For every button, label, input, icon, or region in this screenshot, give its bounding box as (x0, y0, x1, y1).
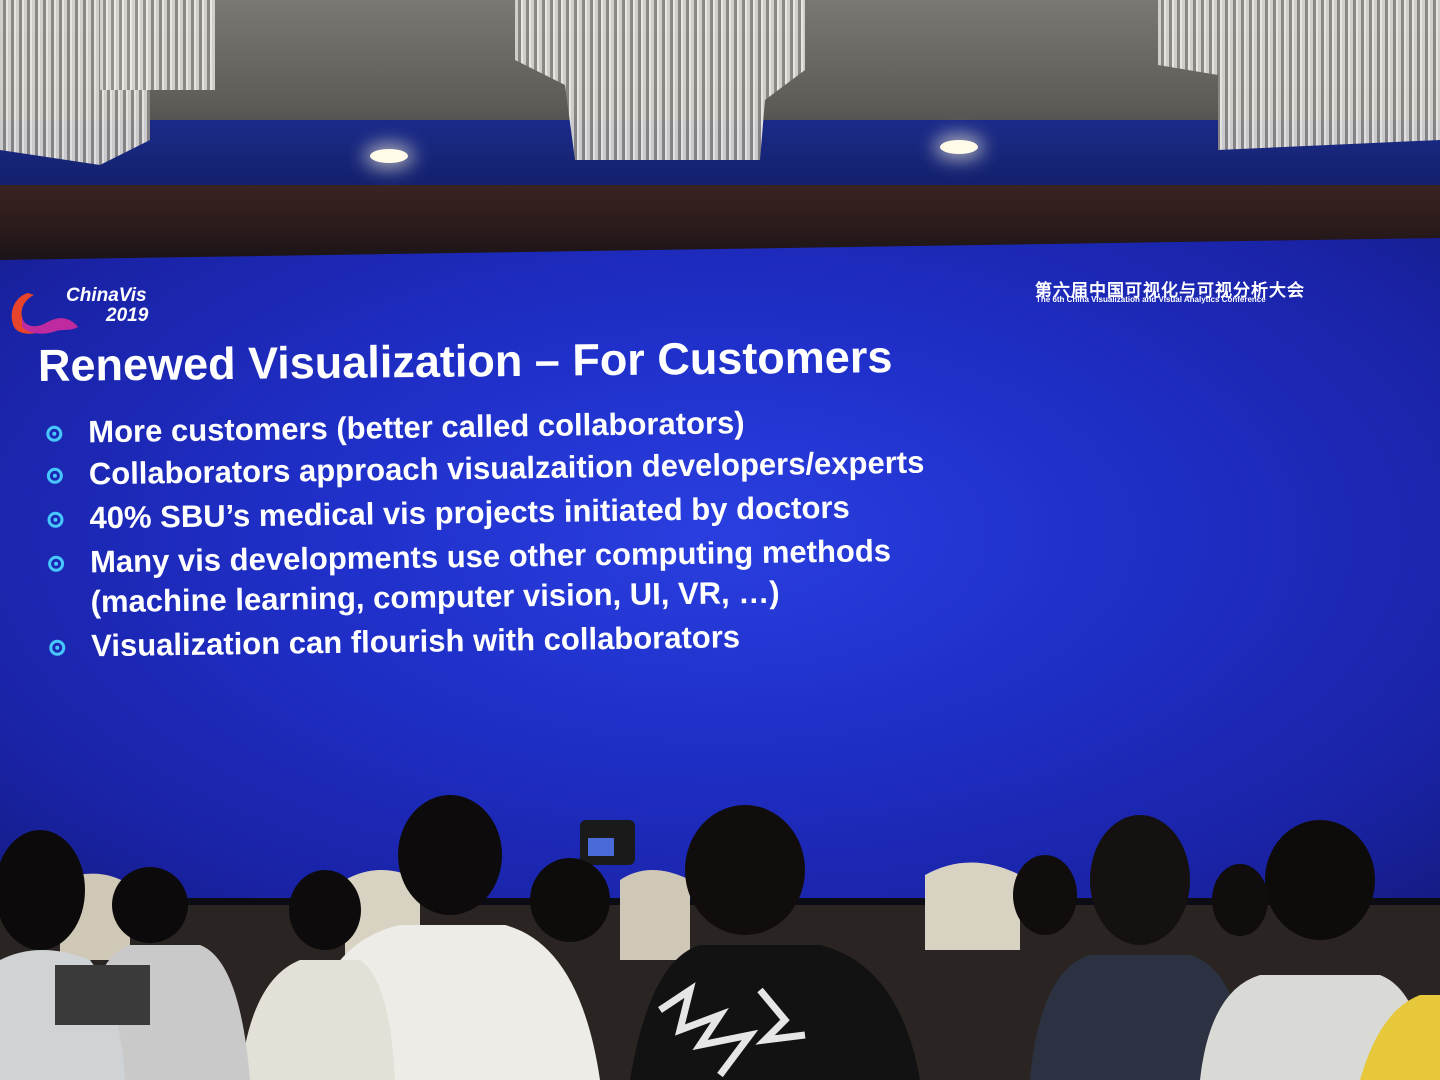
bullet-item: Many vis developments use other computin… (42, 527, 1223, 623)
bullet-list: More customers (better called collaborat… (40, 397, 1223, 667)
bullet-text: Many vis developments use other computin… (89, 533, 892, 580)
laptop (55, 965, 150, 1025)
person-body (630, 945, 920, 1080)
bullet-text-continued: (machine learning, computer vision, UI, … (90, 574, 780, 620)
bullet-icon (47, 555, 65, 572)
bullet-icon (47, 511, 64, 528)
logo-year: 2019 (106, 305, 149, 326)
bullet-text: Collaborators approach visualzaition dev… (88, 444, 925, 492)
bullet-text: More customers (better called collaborat… (88, 405, 745, 450)
person-body (0, 950, 125, 1080)
ceiling-light (370, 149, 408, 163)
person-body (240, 960, 395, 1080)
person-body (1200, 975, 1430, 1080)
person-body (80, 945, 250, 1080)
person-body (1030, 955, 1250, 1080)
person-body (300, 925, 600, 1080)
conference-title-en: The 6th China Visualization and Visual A… (1036, 295, 1266, 304)
bullet-icon (46, 467, 63, 484)
bullet-text: 40% SBU’s medical vis projects initiated… (89, 489, 850, 536)
chandelier-left-2 (100, 0, 215, 90)
chinavis-logo-text: ChinaVis 2019 (66, 286, 148, 326)
bullet-icon (46, 425, 63, 442)
room-floor-shadow (0, 905, 1440, 1080)
bullet-text: Visualization can flourish with collabor… (91, 619, 741, 664)
bullet-icon (49, 639, 66, 656)
shirt-pattern (658, 982, 806, 1078)
slide-title: Renewed Visualization – For Customers (37, 331, 893, 391)
logo-name: ChinaVis (66, 285, 147, 306)
person-body (1360, 995, 1440, 1080)
ceiling-light (940, 140, 978, 154)
